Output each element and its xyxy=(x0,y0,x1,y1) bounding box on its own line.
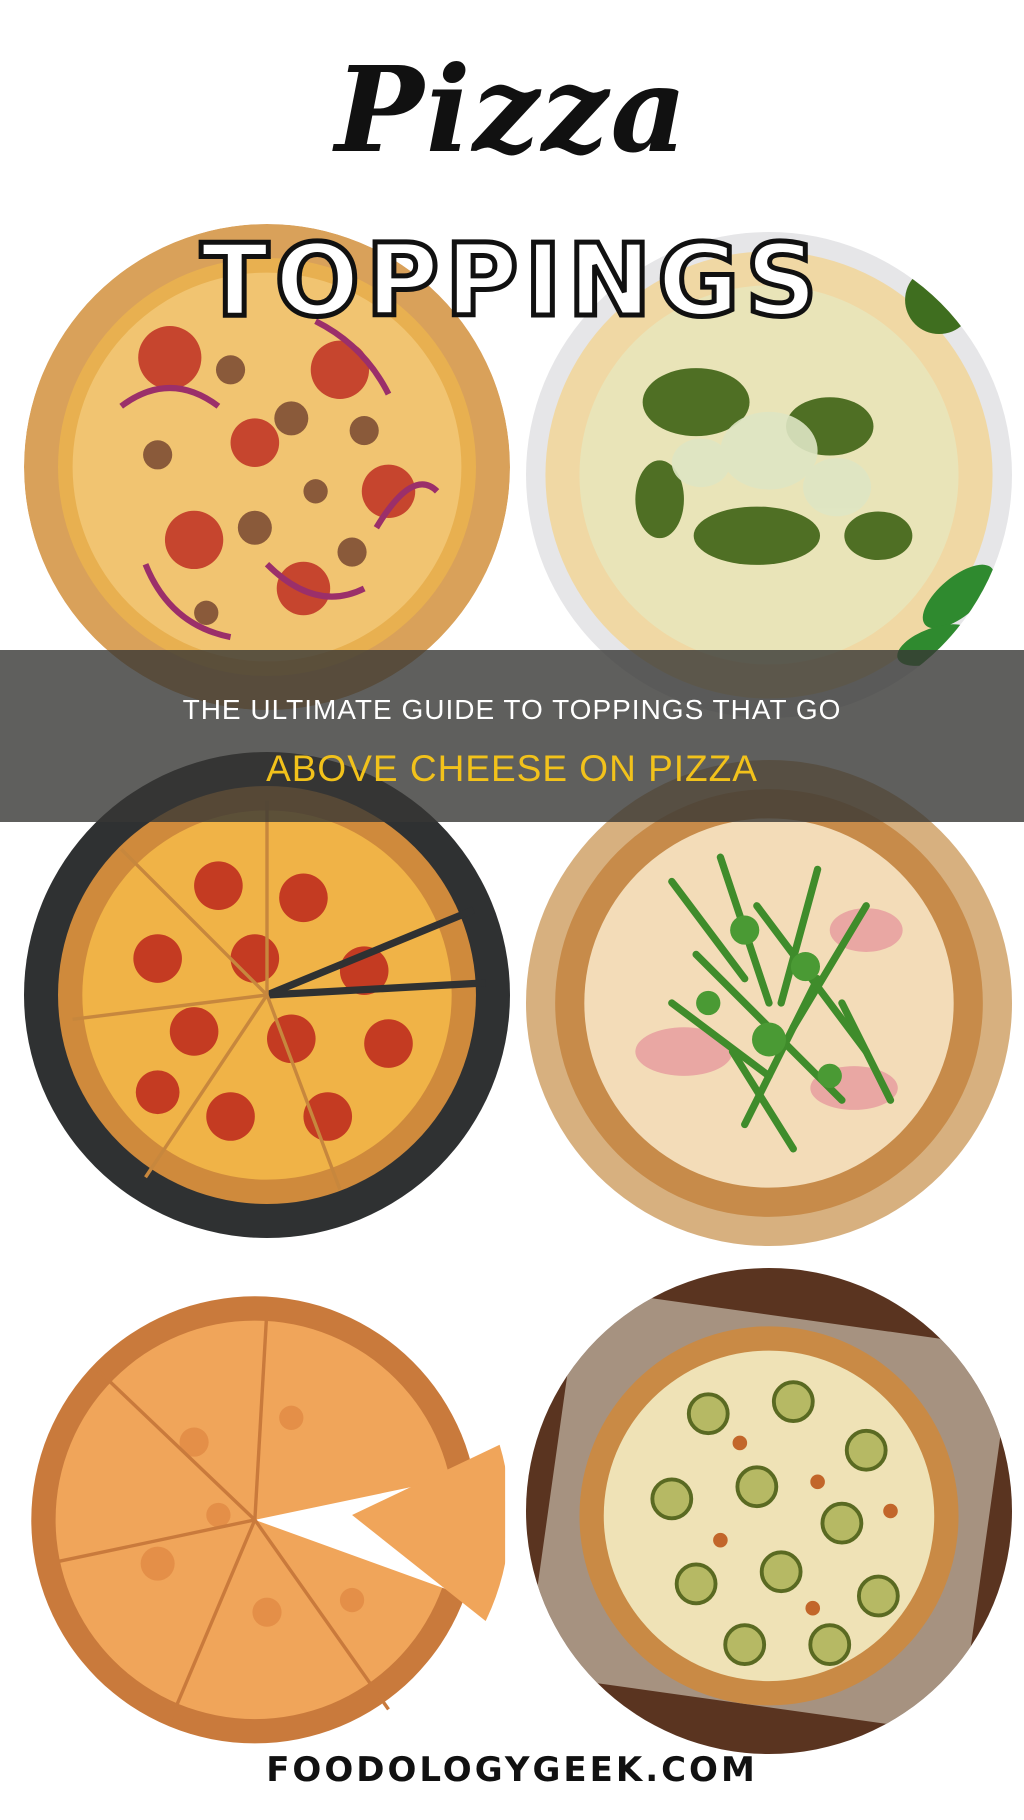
title-banner: THE ULTIMATE GUIDE TO TOPPINGS THAT GO A… xyxy=(0,650,1024,822)
banner-headline-line2: ABOVE CHEESE ON PIZZA xyxy=(266,748,758,789)
title-toppings: TOPPINGS xyxy=(198,220,824,342)
pizza-image-pepperoni xyxy=(24,752,510,1238)
site-url: FOODOLOGYGEEK.COM xyxy=(266,1750,758,1790)
pizza-image-cheese xyxy=(24,1272,510,1758)
pizza-image-pickle xyxy=(526,1268,1012,1754)
pizza-image-arugula-prosciutto xyxy=(526,760,1012,1246)
title-script-pizza: Pizza xyxy=(334,40,690,179)
banner-headline-line1: THE ULTIMATE GUIDE TO TOPPINGS THAT GO xyxy=(182,694,842,725)
